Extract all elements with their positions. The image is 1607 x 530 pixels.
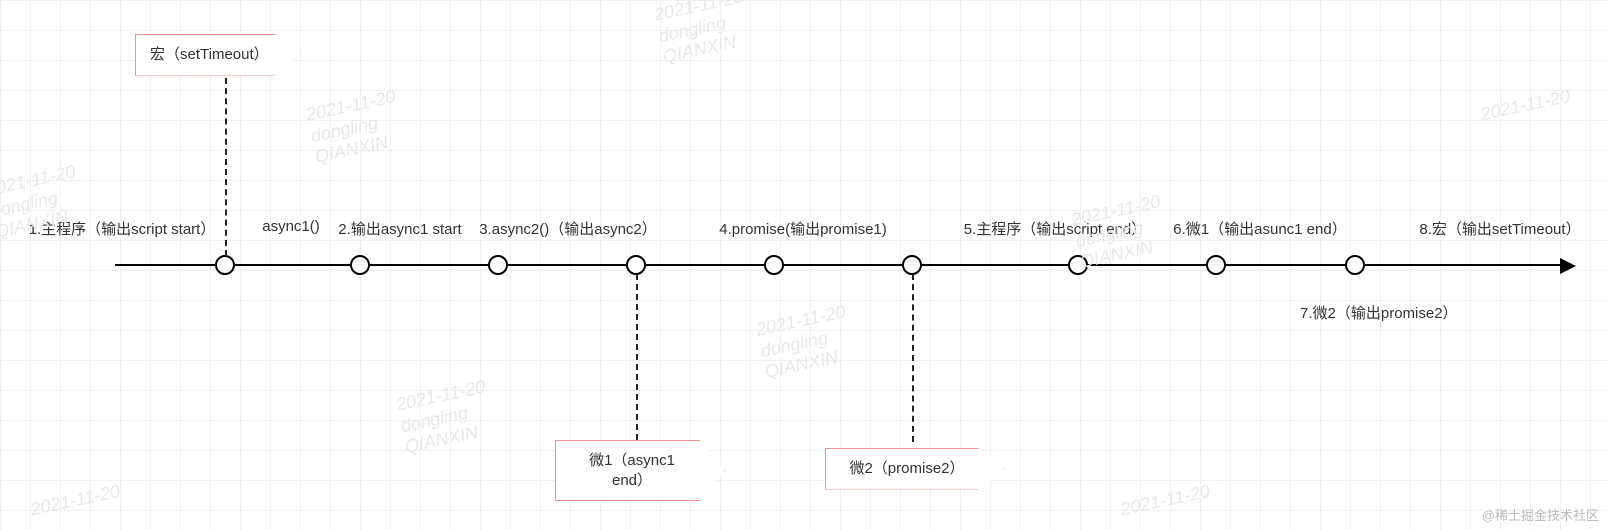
macro-task-callout: 宏（setTimeout）: [135, 34, 300, 76]
timeline-node-label: 4.promise(输出promise1): [719, 218, 887, 239]
timeline-arrowhead: [1560, 258, 1576, 274]
timeline-node: [1068, 255, 1088, 275]
timeline-node: [350, 255, 370, 275]
timeline-node: [488, 255, 508, 275]
micro-task-callout: 微2（promise2）: [825, 448, 1005, 490]
watermark: 2021-11-20: [1119, 481, 1212, 521]
timeline-node-label: 3.async2()（输出async2）: [479, 218, 657, 239]
timeline-node-label: 8.宏（输出setTimeout）: [1419, 218, 1580, 239]
timeline-node: [1206, 255, 1226, 275]
watermark: 2021-11-20 dongling QIANXIN: [754, 301, 856, 383]
footer-credit: @稀土掘金技术社区: [1482, 505, 1599, 524]
diagram-stage: 2021-11-20 dongling QIANXIN 2021-11-20 do…: [0, 0, 1607, 530]
micro-task-callout: 微1（async1end）: [555, 440, 725, 501]
timeline-node-label: 6.微1（输出asunc1 end）: [1173, 218, 1346, 239]
timeline-node: [626, 255, 646, 275]
timeline-node-label: async1(): [262, 218, 320, 235]
watermark: 2021-11-20 dongling QIANXIN: [394, 376, 496, 458]
connector-dash: [225, 78, 227, 256]
timeline-node-label: 2.输出async1 start: [338, 218, 461, 239]
watermark: 2021-11-20: [29, 481, 122, 521]
connector-dash: [636, 274, 638, 440]
timeline-node: [215, 255, 235, 275]
timeline-node-label: 5.主程序（输出script end）: [964, 218, 1147, 239]
timeline-node-label: 1.主程序（输出script start）: [29, 218, 216, 239]
connector-dash: [912, 274, 914, 442]
watermark: 2021-11-20: [1479, 86, 1572, 126]
timeline-node: [902, 255, 922, 275]
extra-label: 7.微2（输出promise2）: [1300, 302, 1458, 323]
watermark: 2021-11-20 dongling QIANXIN: [652, 0, 754, 69]
timeline-node: [764, 255, 784, 275]
timeline-node: [1345, 255, 1365, 275]
watermark: 2021-11-20 dongling QIANXIN: [304, 86, 406, 168]
